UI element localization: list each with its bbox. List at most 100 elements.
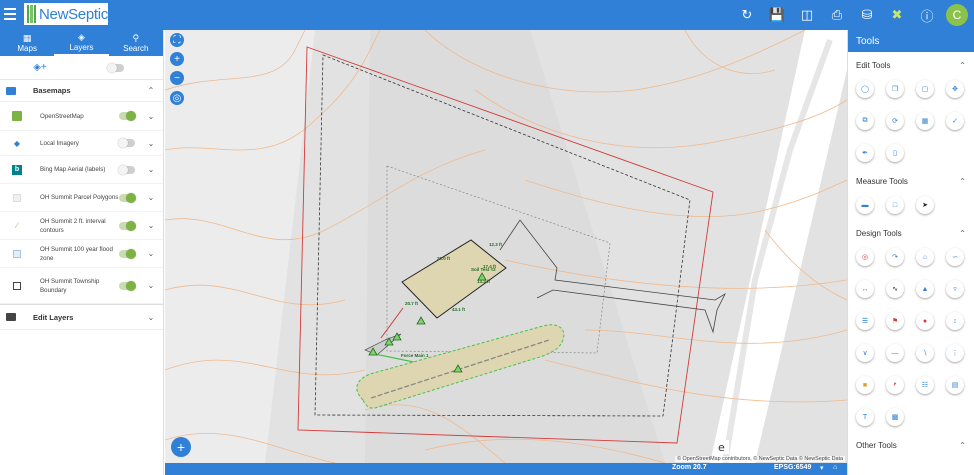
layer-toggle[interactable] [119,280,136,291]
chevron-down-icon[interactable]: ⌄ [145,139,157,148]
chevron-down-icon[interactable]: ⌄ [145,249,157,258]
home-icon[interactable]: ⌂ [833,464,837,471]
dimension-tool-icon[interactable]: ∖ [916,344,934,362]
house-tool-icon[interactable]: ⌂ [916,248,934,266]
layer-toggle[interactable] [118,164,135,175]
layers-icon: ◆ [13,138,21,148]
other-tools-header[interactable]: Other Tools ⌃ [848,434,974,456]
add-layer-icon[interactable]: ◈+ [0,62,80,73]
map-canvas[interactable]: 20.0 ft 12.3 ft Soil Test #2 17.4 ft 13.… [165,30,847,463]
move-tool-icon[interactable]: ✥ [946,80,964,98]
chevron-up-icon[interactable]: ⌃ [959,441,966,450]
pin-tool-icon[interactable]: ● [916,312,934,330]
tank-tool-icon[interactable]: ▲ [916,280,934,298]
mound-tool-icon[interactable]: ■ [856,376,874,394]
layer-toggle[interactable] [118,138,135,148]
image-tool-icon[interactable]: ▦ [916,112,934,130]
layers-master-toggle[interactable] [107,62,124,73]
map-icon: ▦ [22,32,32,43]
hatch-tool-icon[interactable]: ▤ [946,376,964,394]
caret-down-icon[interactable]: ▾ [820,464,824,472]
text-tool-icon[interactable]: T [856,408,874,426]
bbox-tool-icon[interactable]: ▢ [916,80,934,98]
symbol-tool-icon[interactable]: ▩ [886,408,904,426]
measure-tools-header[interactable]: Measure Tools ⌃ [848,170,974,192]
chevron-down-icon[interactable]: ⌄ [145,281,157,290]
edit-tools-header[interactable]: Edit Tools ⌃ [848,54,974,76]
save-as-icon[interactable]: ⛁ [852,0,882,30]
pointer-tool-icon[interactable]: ➤ [916,196,934,214]
line-tool-icon[interactable]: — [886,344,904,362]
epsg-code[interactable]: EPSG:6549 [774,464,811,471]
duplicate-tool-icon[interactable]: ⧉ [856,112,874,130]
grade-tool-icon[interactable]: ↕ [946,312,964,330]
measure-label: Force Main 1 [401,353,429,358]
info-icon[interactable]: ⓘ [912,0,942,30]
left-tabs: ▦ Maps ◈ Layers ⚲ Search [0,30,163,56]
select-tool-icon[interactable]: ◯ [856,80,874,98]
chevron-up-icon[interactable]: ⌃ [959,61,966,70]
save-icon[interactable]: 💾 [762,0,792,30]
draw-tool-icon[interactable]: ✒ [856,144,874,162]
tab-search[interactable]: ⚲ Search [109,30,163,56]
print-icon[interactable]: ⎙ [822,0,852,30]
tab-maps[interactable]: ▦ Maps [0,30,54,56]
chevron-down-icon[interactable]: ⌄ [145,193,157,202]
width-tool-icon[interactable]: ↔ [856,280,874,298]
filter-tool-icon[interactable]: ▿ [946,280,964,298]
contour-line-icon: ∕ [16,221,18,230]
tools-icon[interactable]: ✖ [882,0,912,30]
layer-row: OH Summit Parcel Polygons ⌄ [0,184,163,212]
slope-tool-icon[interactable]: ↷ [886,248,904,266]
elevation-tool-icon[interactable]: ∨ [856,344,874,362]
layer-toggle[interactable] [119,192,136,203]
copy-tool-icon[interactable]: ❐ [886,80,904,98]
status-bar: Zoom 20.7 EPSG:6549 ▾ ⌂ [165,463,847,475]
network-tool-icon[interactable]: ☷ [916,376,934,394]
chevron-down-icon[interactable]: ⌄ [145,221,157,230]
tab-layers[interactable]: ◈ Layers [54,30,109,56]
chevron-up-icon[interactable]: ⌃ [959,177,966,186]
zoom-out-button[interactable]: − [170,71,184,85]
menu-icon[interactable] [4,8,16,20]
curve-tool-icon[interactable]: ∿ [886,280,904,298]
rotate-tool-icon[interactable]: ⟳ [886,112,904,130]
layer-toggle[interactable] [119,220,136,231]
chevron-down-icon[interactable]: ⌄ [145,112,157,121]
basemaps-section[interactable]: Basemaps ⌃ [0,80,163,102]
reshape-tool-icon[interactable]: ✓ [946,112,964,130]
section-title: Other Tools [856,440,897,450]
add-feature-button[interactable]: + [171,437,191,457]
chevron-up-icon[interactable]: ⌃ [959,229,966,238]
label-tool-icon[interactable]: ☰ [856,312,874,330]
layer-toggle[interactable] [119,248,136,259]
bookmark-tool-icon[interactable]: ⎖ [886,376,904,394]
refresh-icon[interactable]: ↻ [732,0,762,30]
edit-layers-section[interactable]: Edit Layers ⌄ [0,304,163,330]
zoom-level: Zoom 20.7 [672,464,707,471]
flag-tool-icon[interactable]: ⚑ [886,312,904,330]
chevron-up-icon[interactable]: ⌃ [145,86,157,95]
soil-test-tool-icon[interactable]: ◎ [856,248,874,266]
fullscreen-button[interactable]: ⛶ [170,33,184,47]
map-thumbnail-icon [12,111,22,121]
tools-panel-title: Tools [848,30,974,52]
locate-button[interactable]: ◎ [170,91,184,105]
distribution-tool-icon[interactable]: ⋮ [946,344,964,362]
layers-stack-icon[interactable]: ◫ [792,0,822,30]
map-attribution[interactable]: © OpenStreetMap contributors, © NewSepti… [675,456,845,462]
design-tools-header[interactable]: Design Tools ⌃ [848,222,974,244]
zoom-in-button[interactable]: + [170,52,184,66]
design-tools-grid: ◎ ↷ ⌂ ∽ ↔ ∿ ▲ ▿ ☰ ⚑ ● ↕ ∨ — ∖ ⋮ ■ ⎖ ☷ ▤ … [848,244,974,434]
user-avatar[interactable]: C [946,4,968,26]
ruler-tool-icon[interactable]: ▬ [856,196,874,214]
delete-tool-icon[interactable]: ▯ [886,144,904,162]
pipe-tool-icon[interactable]: ∽ [946,248,964,266]
layer-toggle[interactable] [119,111,136,121]
layers-icon: ◈ [78,31,85,42]
layer-name: OH Summit 2 ft. interval contours [40,217,106,234]
chevron-down-icon[interactable]: ⌄ [145,313,157,322]
chevron-down-icon[interactable]: ⌄ [145,165,157,174]
area-tool-icon[interactable]: □ [886,196,904,214]
measure-label: 20.0 ft [437,256,451,261]
